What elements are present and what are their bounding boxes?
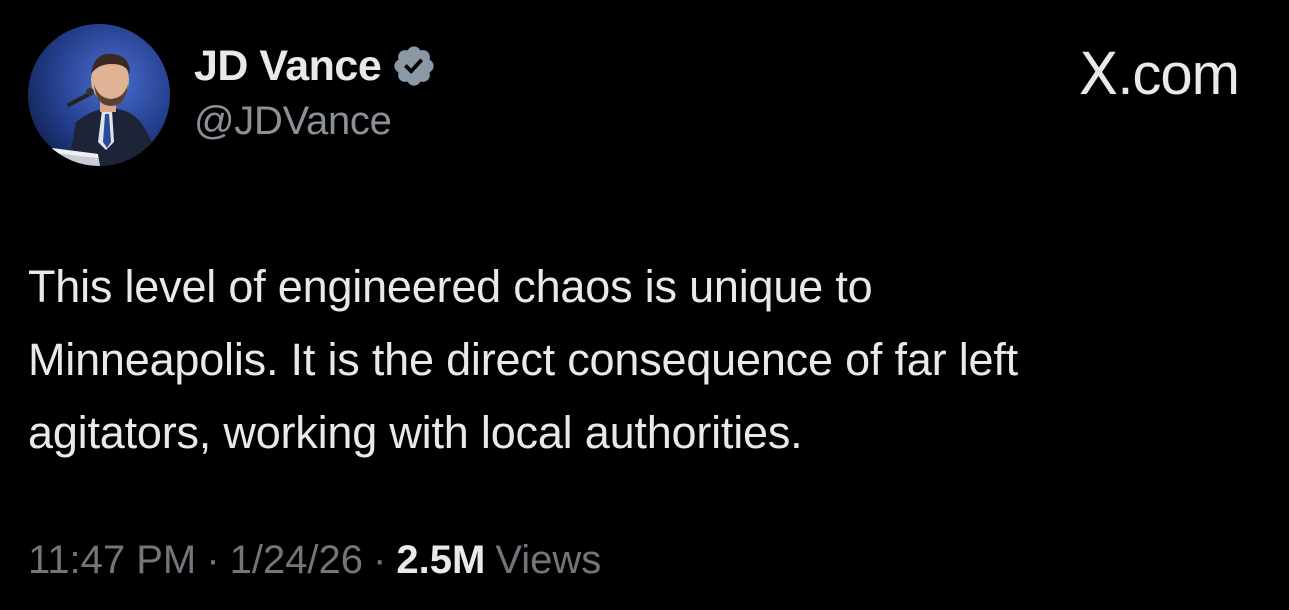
- avatar[interactable]: [28, 24, 170, 166]
- post-date[interactable]: 1/24/26: [230, 538, 363, 583]
- post-card: JD Vance @JDVance X.com This level of en…: [0, 0, 1289, 610]
- x-logo-letter: X: [1078, 40, 1119, 108]
- views-label: Views: [495, 538, 602, 582]
- separator-dot: ·: [206, 538, 220, 582]
- author-handle[interactable]: @JDVance: [194, 99, 392, 144]
- post-text: This level of engineered chaos is unique…: [28, 250, 1268, 469]
- post-metadata: 11:47 PM · 1/24/26 · 2.5M Views: [28, 538, 601, 583]
- author-name-row: JD Vance: [194, 40, 437, 92]
- separator-dot: ·: [373, 538, 387, 582]
- x-com-logo: X.com: [1078, 40, 1240, 108]
- brand-domain-suffix: .com: [1117, 42, 1240, 107]
- post-text-line: agitators, working with local authoritie…: [28, 407, 803, 458]
- post-text-line: Minneapolis. It is the direct consequenc…: [28, 334, 1018, 385]
- post-text-line: This level of engineered chaos is unique…: [28, 261, 873, 312]
- display-name[interactable]: JD Vance: [194, 42, 382, 91]
- verified-badge-icon: [394, 46, 434, 86]
- post-time[interactable]: 11:47 PM: [28, 538, 196, 583]
- views-count[interactable]: 2.5M: [396, 538, 495, 583]
- avatar-photo: [28, 24, 170, 166]
